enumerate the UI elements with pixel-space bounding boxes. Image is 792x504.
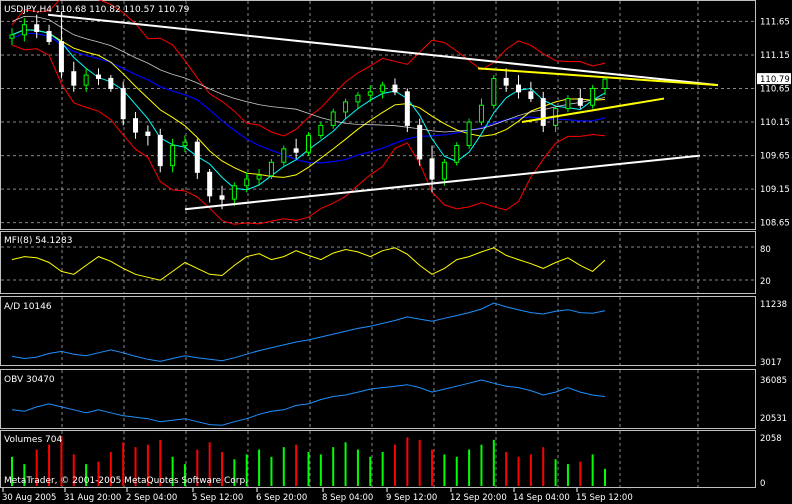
candle-body: [528, 91, 534, 100]
candle-body: [34, 24, 40, 32]
candle-body: [231, 185, 237, 200]
candle-body: [491, 77, 497, 106]
candle-body: [108, 77, 114, 89]
main-header: USDJPY,H4 110.68 110.82 110.57 110.79: [4, 5, 190, 15]
time-axis-label: 12 Sep 20:00: [450, 493, 507, 503]
candle-body: [120, 87, 126, 120]
ma-fast-line: [11, 29, 606, 191]
time-axis-label: 8 Sep 04:00: [322, 493, 373, 503]
price-tick-label: 110.15: [760, 118, 790, 128]
candle-body: [145, 131, 151, 136]
candle-body: [182, 141, 188, 147]
grid: [1, 1, 755, 487]
mfi-line: [11, 247, 606, 281]
time-axis-label: 15 Sep 12:00: [576, 493, 633, 503]
obv-line: [11, 379, 606, 426]
candle-body: [343, 101, 349, 113]
obv-panel-border: [0, 369, 756, 429]
candle-body: [133, 118, 139, 133]
trendline-upper-yellow: [477, 67, 719, 87]
candle-body: [367, 91, 373, 96]
candle-body: [268, 161, 274, 177]
chart-window: 111.65 111.15 110.65 110.15 109.65 109.15 108.…: [0, 0, 792, 504]
candle-body: [404, 91, 410, 126]
ad-panel-border: [0, 296, 756, 366]
time-axis-label: 5 Sep 12:00: [192, 493, 243, 503]
volume-tick-label: 0: [760, 479, 765, 489]
candle-body: [318, 124, 324, 136]
candle-body: [9, 34, 15, 39]
candle-body: [256, 175, 262, 180]
candle-body: [83, 74, 89, 86]
ad-tick-label: 3017: [760, 358, 782, 368]
mfi-header: MFI(8) 54.1283: [4, 236, 72, 246]
candle-body: [306, 134, 311, 153]
candle-body: [194, 141, 200, 173]
candle-body: [157, 134, 163, 167]
obv-tick-label: 20531: [760, 414, 787, 424]
price-tick-label: 110.65: [760, 84, 790, 94]
candle-body: [454, 145, 460, 163]
obv-tick-label: 36085: [760, 376, 787, 386]
current-price-label: 110.79: [760, 75, 790, 85]
candle-body: [380, 84, 386, 93]
copyright-footer: MetaTrader, © 2001-2005 MetaQuotes Softw…: [4, 476, 248, 486]
trendline-upper-white: [47, 13, 719, 87]
volume-header: Volumes 704: [4, 435, 62, 445]
candle-body: [281, 148, 287, 163]
candle-body: [330, 111, 336, 126]
ad-header: A/D 10146: [4, 302, 52, 312]
candle-body: [355, 94, 361, 103]
price-tick-label: 109.15: [760, 185, 790, 195]
mfi-tick-label: 20: [760, 277, 771, 287]
panel-borders: [0, 0, 756, 488]
sub-indicators: [11, 247, 606, 486]
candle-body: [417, 124, 423, 160]
candle-body: [565, 98, 571, 110]
candle-body: [516, 84, 522, 93]
price-tick-label: 108.65: [760, 219, 790, 229]
price-tick-label: 111.15: [760, 51, 790, 61]
candle-body: [540, 98, 546, 126]
obv-header: OBV 30470: [4, 375, 55, 385]
candle-body: [478, 104, 484, 123]
candle-body: [21, 24, 27, 36]
candle-body: [466, 121, 472, 147]
candle-body: [503, 77, 509, 86]
ma-white-line: [11, 15, 606, 133]
time-axis-label: 31 Aug 20:00: [64, 493, 121, 503]
time-axis-label: 2 Sep 04:00: [126, 493, 177, 503]
candle-body: [392, 84, 398, 93]
candle-body: [293, 148, 299, 153]
volume-tick-label: 2058: [760, 434, 782, 444]
time-axis-label: 14 Sep 04:00: [513, 493, 570, 503]
candle-body: [58, 41, 64, 73]
ad-tick-label: 11238: [760, 300, 787, 310]
candle-body: [590, 87, 596, 106]
time-axis-label: 6 Sep 20:00: [256, 493, 307, 503]
candle-body: [95, 74, 101, 79]
candle-body: [71, 71, 77, 86]
candle-body: [207, 171, 213, 197]
candle-body: [602, 78, 608, 89]
candle-body: [219, 195, 225, 200]
candle-body: [244, 178, 250, 187]
candle-body: [170, 145, 176, 167]
ad-line: [11, 302, 606, 362]
candle-body: [46, 30, 52, 43]
price-tick-label: 111.65: [760, 17, 790, 27]
time-axis-label: 9 Sep 12:00: [386, 493, 437, 503]
price-tick-label: 109.65: [760, 152, 790, 162]
candle-body: [429, 158, 435, 180]
candle-body: [577, 98, 583, 106]
mfi-tick-label: 80: [760, 245, 771, 255]
main-indicators: [11, 0, 606, 225]
candle-body: [441, 161, 447, 180]
time-axis-label: 30 Aug 2005: [2, 493, 56, 503]
chart-canvas[interactable]: 111.65 111.15 110.65 110.15 109.65 109.15 108.…: [0, 0, 792, 504]
